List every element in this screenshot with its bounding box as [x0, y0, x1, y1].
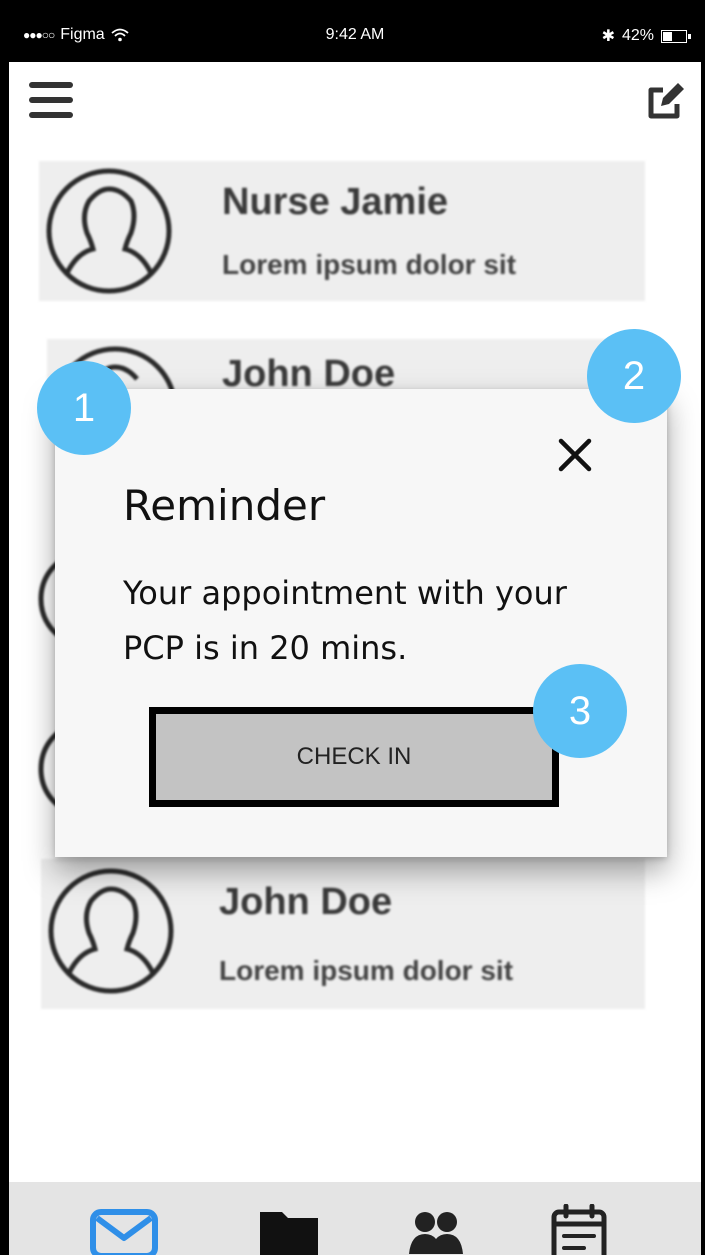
status-time: 9:42 AM	[325, 26, 385, 43]
contact-subtitle: Lorem ipsum dolor sit	[219, 955, 514, 986]
top-bar	[9, 62, 701, 152]
mail-icon[interactable]	[89, 1204, 159, 1255]
battery-fill	[663, 31, 673, 41]
annotation-badge-1: 1	[37, 361, 131, 455]
status-right: ✱ 42%	[601, 26, 691, 46]
calendar-icon[interactable]	[544, 1204, 614, 1255]
close-icon[interactable]	[555, 435, 595, 475]
modal-message: Your appointment with your PCP is in 20 …	[123, 574, 567, 667]
battery-percent: 42%	[621, 27, 654, 44]
folder-icon[interactable]	[254, 1204, 324, 1255]
reminder-modal: Reminder Your appointment with your PCP …	[55, 389, 667, 857]
avatar-icon	[48, 868, 174, 994]
phone-frame: ●●●○○ Figma 9:42 AM ✱ 42% Nurse Jamie Lo…	[0, 0, 705, 1255]
annotation-badge-3: 3	[533, 664, 627, 758]
status-bar: ●●●○○ Figma 9:42 AM ✱ 42%	[9, 9, 701, 62]
check-in-button[interactable]: CHECK IN	[149, 707, 559, 807]
contact-card[interactable]: Nurse Jamie Lorem ipsum dolor sit	[39, 161, 645, 301]
annotation-badge-2: 2	[587, 329, 681, 423]
contact-subtitle: Lorem ipsum dolor sit	[222, 249, 517, 280]
hamburger-line	[29, 82, 73, 88]
compose-icon[interactable]	[643, 80, 687, 124]
avatar-icon	[46, 168, 172, 294]
hamburger-line	[29, 112, 73, 118]
contact-name: Nurse Jamie	[222, 181, 449, 223]
battery-icon	[661, 29, 691, 43]
modal-title: Reminder	[123, 481, 326, 530]
contact-name: John Doe	[219, 881, 393, 923]
bottom-tab-bar	[9, 1182, 701, 1255]
hamburger-line	[29, 97, 73, 103]
hamburger-icon[interactable]	[29, 82, 73, 122]
contact-card[interactable]: John Doe Lorem ipsum dolor sit	[41, 859, 645, 1009]
people-icon[interactable]	[401, 1204, 471, 1255]
bluetooth-icon: ✱	[601, 28, 615, 45]
